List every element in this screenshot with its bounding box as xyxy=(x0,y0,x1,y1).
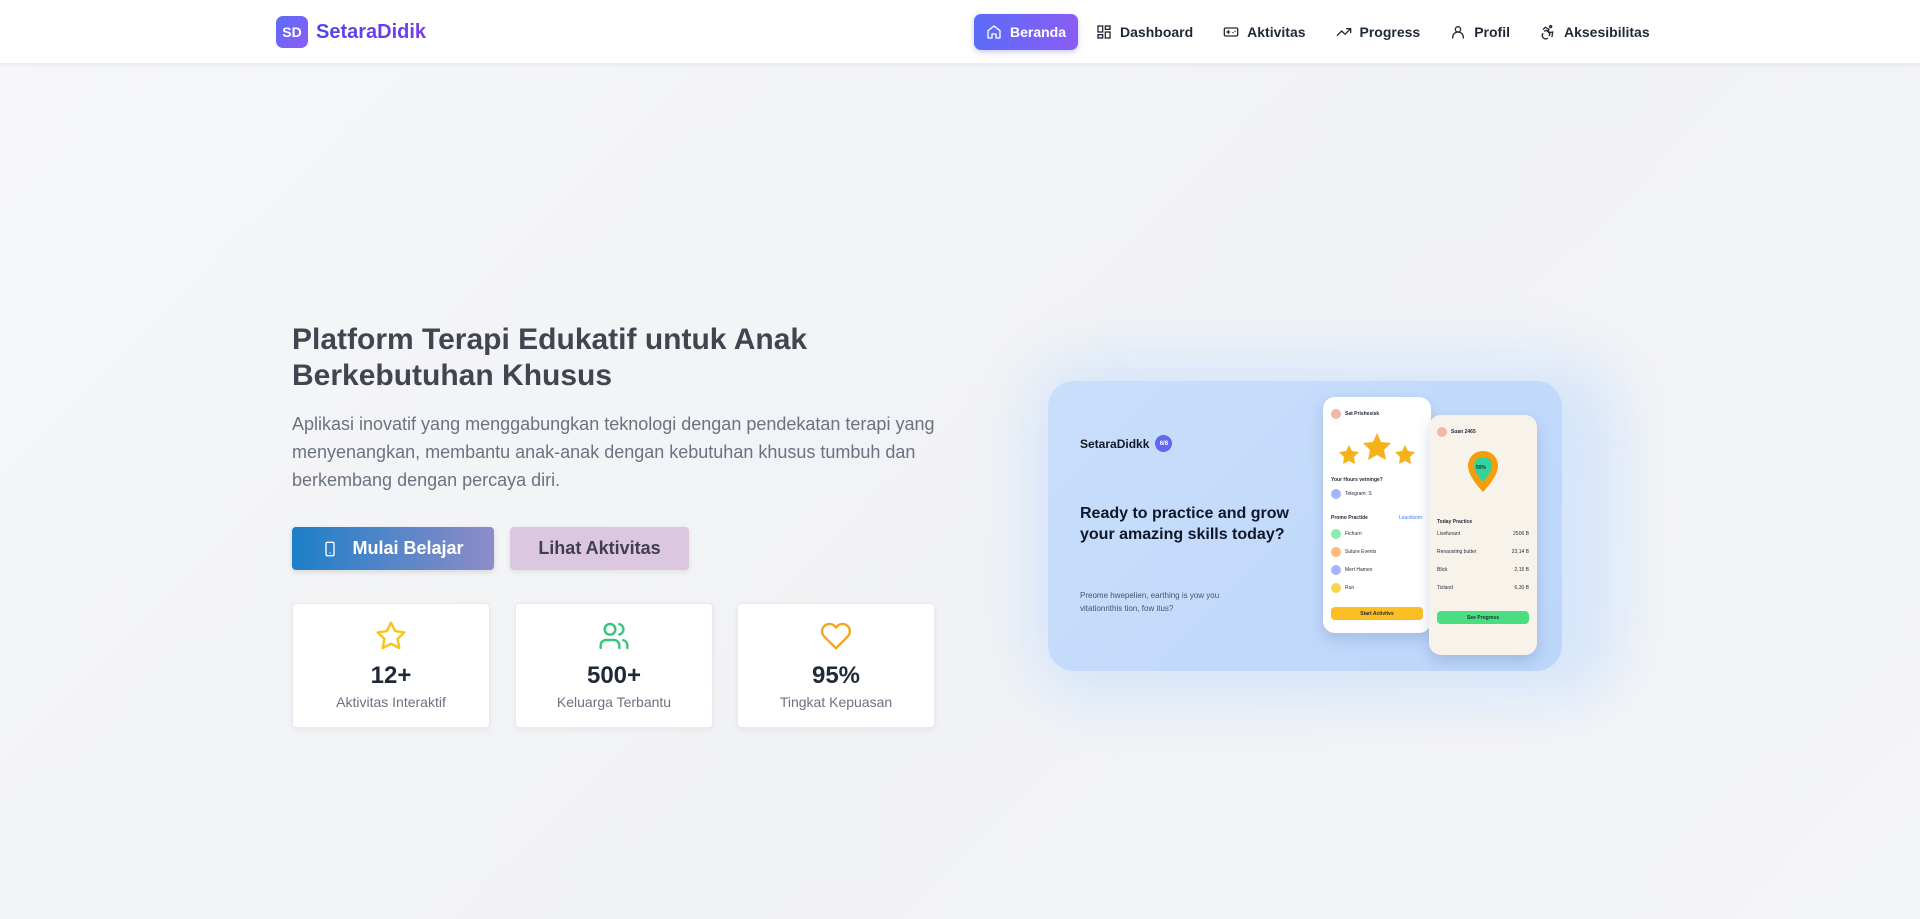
gamepad-icon xyxy=(1223,27,1239,37)
nav-label: Dashboard xyxy=(1120,24,1194,40)
start-learning-label: Mulai Belajar xyxy=(352,538,464,558)
phone-item-label: Telegram: S xyxy=(1345,491,1372,497)
phone-section: Your Hours vetninge? xyxy=(1331,477,1383,483)
navbar: SD SetaraDidik Beranda Dashboard Aktivit… xyxy=(0,0,1920,64)
phone-item: Suture Events xyxy=(1331,547,1376,557)
phone-item-value: 23,14 B xyxy=(1511,549,1529,555)
avatar xyxy=(1437,427,1447,437)
trending-up-icon xyxy=(1336,27,1351,36)
promo-brand-name: SetaraDidkk xyxy=(1080,436,1150,451)
nav-item-dashboard[interactable]: Dashboard xyxy=(1084,14,1205,50)
phone-item-label: Run xyxy=(1345,585,1355,591)
avatar xyxy=(1331,409,1341,419)
avatar xyxy=(1331,489,1341,499)
nav-label: Profil xyxy=(1474,24,1510,40)
phone-item-label: Tizland xyxy=(1437,585,1453,591)
user-icon xyxy=(1452,26,1465,39)
phone-user: Sat Prishesisk xyxy=(1345,411,1380,417)
phone-item: Run xyxy=(1331,583,1354,593)
phone-item-value: 2,15 B xyxy=(1514,567,1529,573)
phone-list-header: Promo Practide xyxy=(1331,515,1368,521)
stat-label: Aktivitas Interaktif xyxy=(336,694,446,710)
phone-item-value: 6,30 B xyxy=(1514,585,1529,591)
phone-item-label: Blick xyxy=(1437,567,1448,573)
promo-headline: Ready to practice and grow your amazing … xyxy=(1080,505,1289,543)
phone-progress-button: See Progress xyxy=(1437,611,1529,624)
phone-mockup-progress: Suan 2465 50% Today Practice Livefunant … xyxy=(1429,415,1537,655)
stat-value: 500+ xyxy=(586,662,642,689)
nav-item-progress[interactable]: Progress xyxy=(1324,14,1433,50)
stat-value: 12+ xyxy=(370,662,412,689)
phone-item-value: 2506 B xyxy=(1513,531,1529,537)
smartphone-icon xyxy=(325,541,336,556)
phone-progress-value: 50% xyxy=(1476,465,1487,471)
grid-icon xyxy=(1097,25,1111,39)
phone-header: Suan 2465 xyxy=(1437,427,1476,437)
phone-item: Fichurn xyxy=(1331,529,1362,539)
nav-item-aksesibilitas[interactable]: Aksesibilitas xyxy=(1528,14,1662,50)
phone-item: Renaosting butter 23,14 B xyxy=(1437,549,1529,555)
phone-start-button: Start Activitvs xyxy=(1331,607,1423,620)
hero-title: Platform Terapi Edukatif untuk Anak Berk… xyxy=(292,323,808,392)
stat-label: Tingkat Kepuasan xyxy=(779,694,893,710)
promo-badge: 6/8 xyxy=(1155,435,1173,452)
phone-item: Blick 2,15 B xyxy=(1437,567,1529,573)
stat-card-activities: 12+ Aktivitas Interaktif xyxy=(292,603,490,728)
phone-item-label: Fichurn xyxy=(1345,531,1362,537)
stat-value: 95% xyxy=(811,662,861,689)
avatar xyxy=(1331,583,1341,593)
avatar xyxy=(1331,547,1341,557)
stars-icon xyxy=(1339,433,1415,464)
phone-item-label: Renaosting butter xyxy=(1437,549,1477,555)
heart-icon xyxy=(820,622,852,650)
main-nav: Beranda Dashboard Aktivitas Progress Pro… xyxy=(974,14,1662,50)
nav-item-beranda[interactable]: Beranda xyxy=(974,14,1079,50)
nav-label: Aksesibilitas xyxy=(1564,24,1650,40)
phone-list-link: Leackbom xyxy=(1399,515,1423,521)
phone-item: Tizland 6,30 B xyxy=(1437,585,1529,591)
brand-name[interactable]: SetaraDidik xyxy=(316,21,426,44)
phone-item-label: Suture Events xyxy=(1345,549,1377,555)
phone-item-label: Livefunant xyxy=(1437,531,1461,537)
phone-user: Suan 2465 xyxy=(1451,429,1476,435)
phone-header: Sat Prishesisk xyxy=(1331,409,1379,419)
phone-list-header: Today Practice xyxy=(1437,519,1473,525)
view-activities-label: Lihat Aktivitas xyxy=(538,538,661,558)
star-icon xyxy=(376,621,406,650)
hero-description: Aplikasi inovatif yang menggabungkan tek… xyxy=(292,414,935,490)
brand[interactable]: SD SetaraDidik xyxy=(276,16,426,48)
view-activities-button[interactable]: Lihat Aktivitas xyxy=(510,527,689,570)
nav-label: Beranda xyxy=(1010,24,1067,40)
stat-card-families: 500+ Keluarga Terbantu xyxy=(515,603,713,728)
brand-logo[interactable]: SD xyxy=(276,16,308,48)
nav-item-profil[interactable]: Profil xyxy=(1438,14,1522,50)
nav-item-aktivitas[interactable]: Aktivitas xyxy=(1211,14,1317,50)
location-pin-icon xyxy=(1468,451,1498,492)
phone-item: Mert Hames xyxy=(1331,565,1372,575)
stat-label: Keluarga Terbantu xyxy=(556,694,672,710)
accessibility-icon xyxy=(1541,25,1554,40)
promo-brand: SetaraDidkk 6/8 xyxy=(1080,435,1173,452)
nav-label: Aktivitas xyxy=(1247,24,1306,40)
home-icon xyxy=(987,25,1001,39)
nav-label: Progress xyxy=(1359,24,1421,40)
promo-subtext: Preome hwepelien, earthing is yow you vi… xyxy=(1080,591,1220,613)
phone-mockup-activities: Sat Prishesisk Your Hours vetninge? Tele… xyxy=(1323,397,1431,633)
start-learning-button[interactable]: Mulai Belajar xyxy=(292,527,494,570)
phone-item: Livefunant 2506 B xyxy=(1437,531,1529,537)
avatar xyxy=(1331,529,1341,539)
promo-card: SetaraDidkk 6/8 Ready to practice and gr… xyxy=(1048,381,1562,671)
stat-card-satisfaction: 95% Tingkat Kepuasan xyxy=(737,603,935,728)
users-icon xyxy=(599,622,629,650)
avatar xyxy=(1331,565,1341,575)
phone-item-label: Mert Hames xyxy=(1345,567,1373,573)
phone-item: Telegram: S xyxy=(1331,489,1372,499)
